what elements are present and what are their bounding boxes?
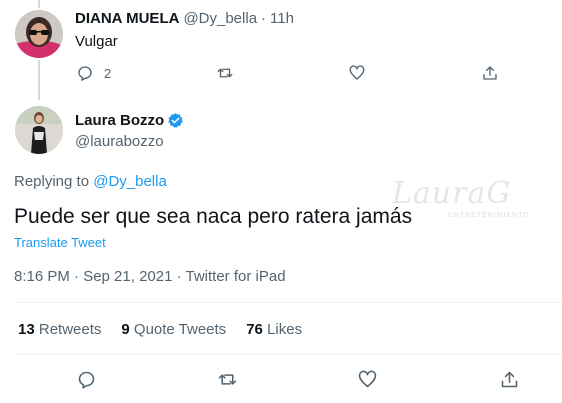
like-button[interactable] — [348, 64, 366, 82]
share-button[interactable] — [481, 64, 499, 82]
retweets-count: 13 — [18, 321, 35, 338]
retweets-label: Retweets — [38, 321, 102, 338]
time-separator: · — [261, 10, 267, 27]
reply-icon — [78, 371, 95, 389]
verified-badge-icon — [168, 113, 183, 128]
stats-row: 13 Retweets 9 Quote Tweets 76 Likes — [18, 321, 302, 338]
share-icon — [483, 66, 497, 80]
quote-tweets-count: 9 — [121, 321, 130, 338]
like-button[interactable] — [357, 369, 378, 390]
avatar-photo-icon — [15, 106, 63, 154]
main-tweet-header: Laura Bozzo — [75, 112, 184, 129]
quote-tweets-label: Quote Tweets — [133, 321, 227, 338]
avatar[interactable] — [15, 10, 63, 58]
tweet-time[interactable]: 11h — [270, 10, 294, 27]
translate-tweet-link[interactable]: Translate Tweet — [14, 235, 106, 250]
likes-count: 76 — [246, 321, 263, 338]
replying-to-handle-link[interactable]: @Dy_bella — [93, 173, 167, 190]
watermark-subtitle: ENTRETENIMIENTO — [448, 212, 530, 219]
tweet-timestamp[interactable]: 8:16 PM · Sep 21, 2021 · Twitter for iPa… — [14, 268, 286, 285]
reply-button[interactable]: 2 — [76, 64, 111, 82]
thread-line-top — [38, 0, 40, 8]
author-handle[interactable]: @laurabozzo — [75, 133, 164, 150]
retweet-button[interactable] — [217, 369, 238, 390]
heart-icon — [349, 65, 365, 80]
avatar-photo-icon — [15, 10, 63, 58]
author-name[interactable]: DIANA MUELA — [75, 10, 179, 27]
retweet-button[interactable] — [216, 64, 234, 82]
likes-stat[interactable]: 76 Likes — [246, 321, 302, 338]
retweet-icon — [218, 374, 237, 385]
likes-label: Likes — [267, 321, 303, 338]
thread-line-connector — [38, 60, 40, 100]
author-handle[interactable]: @Dy_bella — [183, 10, 257, 27]
reply-tweet-header: DIANA MUELA @Dy_bella · 11h — [75, 10, 294, 30]
heart-icon — [358, 370, 377, 388]
share-button[interactable] — [499, 369, 520, 390]
reply-button[interactable] — [76, 369, 97, 390]
divider — [14, 354, 562, 355]
divider — [14, 302, 562, 303]
replying-to-line: Replying to @Dy_bella — [14, 173, 167, 190]
reply-count: 2 — [104, 65, 112, 81]
tweet-text: Puede ser que sea naca pero ratera jamás — [14, 205, 413, 228]
retweets-stat[interactable]: 13 Retweets — [18, 321, 101, 338]
quote-tweets-stat[interactable]: 9 Quote Tweets — [121, 321, 226, 338]
author-name[interactable]: Laura Bozzo — [75, 112, 164, 129]
share-icon — [501, 371, 518, 388]
reply-tweet-text: Vulgar — [75, 33, 118, 50]
avatar[interactable] — [15, 106, 63, 154]
replying-to-prefix: Replying to — [14, 173, 90, 190]
reply-icon — [78, 66, 92, 81]
retweet-icon — [217, 68, 233, 78]
